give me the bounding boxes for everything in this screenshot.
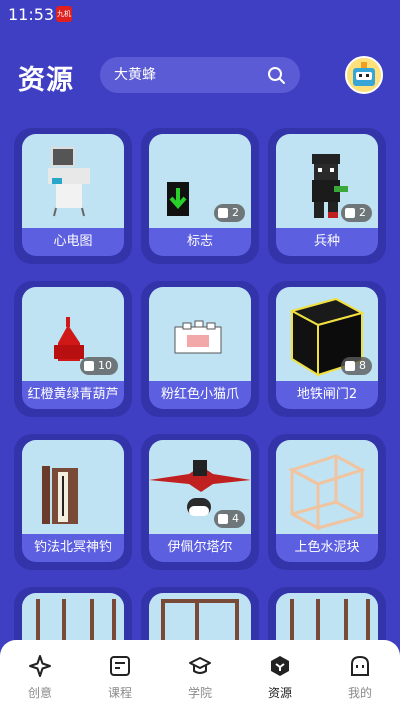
resource-thumbnail: 8 (276, 287, 378, 381)
resource-label: 兵种 (313, 234, 340, 249)
nav-label: 学院 (187, 686, 212, 700)
resource-card[interactable]: 上色水泥块 (268, 434, 386, 570)
nav-item-resource[interactable]: 资源 (240, 640, 320, 711)
resource-thumbnail (276, 440, 378, 534)
cube-icon (218, 208, 228, 218)
cube-icon (345, 208, 355, 218)
status-bar: 11:53 九机 (0, 0, 400, 28)
item-count-badge: 2 (214, 204, 245, 222)
nav-item-create[interactable]: 创意 (0, 640, 80, 711)
resource-thumbnail: 4 (149, 440, 251, 534)
resource-label: 标志 (186, 234, 213, 249)
nav-item-course[interactable]: 课程 (80, 640, 160, 711)
sparkle-icon (29, 655, 51, 677)
resource-card[interactable]: 8 地铁闸门2 (268, 281, 386, 417)
resource-label: 红橙黄绿青葫芦 (27, 387, 119, 402)
nav-label: 课程 (107, 686, 132, 700)
notification-badge: 九机 (56, 6, 72, 22)
nav-item-profile[interactable]: 我的 (320, 640, 400, 711)
search-icon[interactable] (266, 65, 286, 85)
resource-thumbnail: 2 (276, 134, 378, 228)
cube-icon (345, 361, 355, 371)
resource-card[interactable]: 4 伊佩尔塔尔 (141, 434, 259, 570)
item-count-badge: 8 (341, 357, 372, 375)
resource-card[interactable]: 10 红橙黄绿青葫芦 (14, 281, 132, 417)
resource-icon (271, 656, 289, 676)
item-count-badge: 4 (214, 510, 245, 528)
nav-item-academy[interactable]: 学院 (160, 640, 240, 711)
resource-card[interactable]: 2 兵种 (268, 128, 386, 264)
resource-thumbnail (22, 440, 124, 534)
resource-card[interactable]: 粉红色小猫爪 (141, 281, 259, 417)
avatar-image (347, 58, 381, 92)
page-title: 资源 (18, 65, 74, 96)
academy-icon (189, 657, 211, 674)
search-input[interactable] (114, 67, 254, 83)
nav-label: 我的 (347, 686, 372, 700)
search-box[interactable] (100, 57, 300, 93)
resource-thumbnail: 2 (149, 134, 251, 228)
resource-card[interactable]: 2 标志 (141, 128, 259, 264)
resource-thumbnail (22, 134, 124, 228)
resource-card[interactable]: 钓法北冥神钓 (14, 434, 132, 570)
resource-thumbnail (149, 287, 251, 381)
resource-label: 钓法北冥神钓 (33, 540, 112, 555)
resource-label: 地铁闸门2 (296, 387, 358, 402)
cube-icon (84, 361, 94, 371)
item-count-badge: 10 (80, 357, 118, 375)
item-count-badge: 2 (341, 204, 372, 222)
cube-icon (218, 514, 228, 524)
profile-icon (351, 655, 369, 676)
resource-label: 上色水泥块 (294, 540, 360, 555)
avatar[interactable] (345, 56, 383, 94)
nav-label: 资源 (267, 686, 292, 700)
resource-thumbnail: 10 (22, 287, 124, 381)
resource-label: 粉红色小猫爪 (160, 387, 239, 402)
bottom-nav: 创意 课程 学院 资源 我的 (0, 640, 400, 711)
resource-label: 心电图 (53, 234, 93, 249)
course-icon (110, 656, 130, 676)
resource-label: 伊佩尔塔尔 (167, 540, 233, 555)
resource-card[interactable]: 心电图 (14, 128, 132, 264)
nav-label: 创意 (27, 686, 52, 700)
status-time: 11:53 (8, 5, 55, 24)
